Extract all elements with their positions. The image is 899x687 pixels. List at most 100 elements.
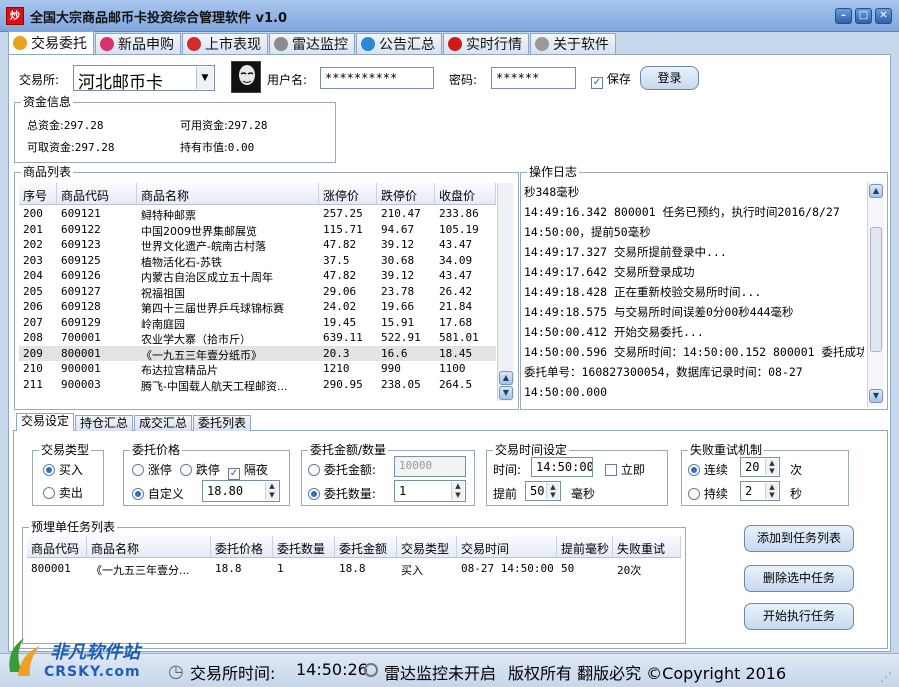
table-cell: 20次	[617, 564, 642, 577]
chevron-down-icon[interactable]: ▼	[196, 67, 213, 89]
column-header[interactable]: 收盘价	[435, 183, 496, 204]
username-input[interactable]: **********	[320, 67, 434, 89]
scroll-up-icon[interactable]: ▲	[869, 184, 883, 198]
operation-log-title: 操作日志	[527, 165, 580, 179]
maximize-button[interactable]: □	[855, 8, 872, 24]
exchange-select-value: 河北邮币卡	[78, 73, 163, 91]
sell-radio[interactable]: 卖出	[43, 484, 83, 501]
amount-input[interactable]: 10000	[394, 456, 466, 477]
time-input[interactable]: 14:50:00	[531, 457, 593, 477]
table-row[interactable]: 204 609126 内蒙古自治区成立五十周年 47.82 39.12 43.47	[19, 268, 496, 284]
operation-log-text[interactable]: 秒348毫秒 14:49:16.342 800001 任务已预约，执行时间2016…	[524, 182, 864, 407]
column-header[interactable]: 委托价格	[211, 536, 273, 557]
continuous-stepper[interactable]: 20 ▲ ▼	[740, 457, 780, 477]
tab-7[interactable]: 关于软件	[530, 33, 616, 54]
order-amount-group: 委托金额/数量 委托金额: 10000 委托数量: 1 ▲ ▼	[301, 443, 475, 506]
tab-6[interactable]: 实时行情	[443, 33, 529, 54]
trade-type-group: 交易类型 买入 卖出	[32, 443, 104, 506]
table-row[interactable]: 203 609125 植物活化石-苏铁 37.5 30.68 34.09	[19, 253, 496, 269]
scroll-down-icon[interactable]: ▼	[499, 386, 513, 400]
sell-label: 卖出	[58, 486, 83, 500]
sustain-stepper[interactable]: 2 ▲ ▼	[740, 481, 780, 501]
table-row[interactable]: 210 900001 布达拉宫精品片 1210 990 1100	[19, 361, 496, 377]
table-cell: 47.82	[323, 269, 357, 282]
sustain-radio[interactable]: 持续	[688, 485, 728, 502]
column-header[interactable]: 委托数量	[273, 536, 335, 557]
table-row[interactable]: 208 700001 农业学大寨（拾市斤） 639.11 522.91 581.01	[19, 330, 496, 346]
amount-radio[interactable]: 委托金额:	[308, 461, 376, 478]
continuous-radio[interactable]: 连续	[688, 461, 728, 478]
table-cell: 105.19	[439, 222, 479, 236]
column-header[interactable]: 商品代码	[27, 536, 87, 557]
immediate-checkbox[interactable]: 立即	[605, 461, 645, 478]
tab-2[interactable]: 新品申购	[95, 33, 181, 54]
custom-price-stepper[interactable]: 18.80 ▲ ▼	[202, 480, 280, 502]
table-row[interactable]: 206 609128 第四十三届世界乒乓球锦标赛 24.02 19.66 21.84	[19, 299, 496, 315]
stepper-arrows-icon[interactable]: ▲ ▼	[765, 483, 778, 499]
table-cell: 祝福祖国	[141, 286, 185, 300]
column-header[interactable]: 跌停价	[377, 183, 435, 204]
product-scrollbar[interactable]: ▲ ▼	[497, 183, 514, 401]
stepper-arrows-icon[interactable]: ▲ ▼	[765, 459, 778, 475]
subtab-1[interactable]: 交易设定	[16, 413, 75, 431]
login-button[interactable]: 登录	[640, 66, 699, 90]
exchange-select[interactable]: 河北邮币卡 ▼	[73, 65, 215, 91]
add-task-button[interactable]: 添加到任务列表	[744, 525, 854, 552]
time-label: 时间:	[493, 463, 522, 477]
radio-icon	[132, 464, 144, 476]
tab-1[interactable]: 交易委托	[8, 31, 94, 54]
column-header[interactable]: 提前毫秒	[557, 536, 613, 557]
tab-3[interactable]: 上市表现	[182, 33, 268, 54]
stepper-arrows-icon[interactable]: ▲ ▼	[546, 483, 559, 499]
table-cell: 900001	[61, 362, 101, 375]
table-row[interactable]: 201 609122 中国2009世界集邮展览 115.71 94.67 105.19	[19, 222, 496, 238]
quantity-radio[interactable]: 委托数量:	[308, 485, 376, 502]
subtab-3[interactable]: 成交汇总	[134, 415, 193, 431]
column-header[interactable]: 商品代码	[57, 183, 137, 204]
column-header[interactable]: 序号	[19, 183, 57, 204]
delete-task-button[interactable]: 删除选中任务	[744, 565, 854, 592]
save-checkbox[interactable]: ✓ 保存	[591, 70, 631, 89]
limit-up-radio[interactable]: 涨停	[132, 461, 172, 478]
buy-radio[interactable]: 买入	[43, 461, 83, 478]
log-line: 14:49:18.428 正在重新校验交易所时间...	[524, 285, 762, 299]
table-row[interactable]: 207 609129 岭南庭园 19.45 15.91 17.68	[19, 315, 496, 331]
tab-4[interactable]: 雷达监控	[269, 33, 355, 54]
table-row[interactable]: 202 609123 世界文化遗产-皖南古村落 47.82 39.12 43.47	[19, 237, 496, 253]
column-header[interactable]: 商品名称	[87, 536, 211, 557]
resize-grip-icon[interactable]: ⋰	[880, 670, 892, 684]
table-cell: 207	[23, 315, 43, 329]
custom-price-radio[interactable]: 自定义	[132, 485, 184, 502]
scroll-down-icon[interactable]: ▼	[869, 389, 883, 403]
column-header[interactable]: 商品名称	[137, 183, 319, 204]
log-scrollbar[interactable]: ▲ ▼	[867, 182, 884, 407]
column-header[interactable]: 失败重试	[613, 536, 681, 557]
password-input[interactable]: ******	[491, 67, 576, 89]
limit-down-radio[interactable]: 跌停	[180, 461, 220, 478]
overnight-checkbox[interactable]: ✓ 隔夜	[228, 461, 268, 480]
scroll-thumb[interactable]	[870, 227, 882, 352]
column-header[interactable]: 涨停价	[319, 183, 377, 204]
table-row[interactable]: 205 609127 祝福祖国 29.06 23.78 26.42	[19, 284, 496, 300]
column-header[interactable]: 委托金额	[335, 536, 397, 557]
stepper-arrows-icon[interactable]: ▲ ▼	[451, 482, 464, 500]
table-row[interactable]: 800001 《一九五三年壹分... 18.8 1 18.8 买入 08-27 14:50:…	[27, 559, 681, 577]
alarm-clock-icon	[448, 37, 462, 51]
scroll-up-icon[interactable]: ▲	[499, 371, 513, 385]
column-header[interactable]: 交易时间	[457, 536, 557, 557]
start-task-button[interactable]: 开始执行任务	[744, 603, 854, 630]
log-line: 14:49:17.642 交易所登录成功	[524, 265, 695, 279]
close-button[interactable]: ✕	[875, 8, 892, 24]
minimize-button[interactable]: –	[835, 8, 852, 24]
subtab-2[interactable]: 持仓汇总	[75, 415, 134, 431]
quantity-stepper[interactable]: 1 ▲ ▼	[394, 480, 466, 502]
table-cell: 205	[23, 284, 43, 298]
tab-5[interactable]: 公告汇总	[356, 33, 442, 54]
table-row[interactable]: 211 900003 腾飞-中国载人航天工程邮资... 290.95 238.05 264…	[19, 377, 496, 393]
subtab-4[interactable]: 委托列表	[193, 415, 252, 431]
stepper-arrows-icon[interactable]: ▲ ▼	[265, 482, 278, 500]
table-row[interactable]: 209 800001 《一九五三年壹分纸币》 20.3 16.6 18.45	[19, 345, 496, 361]
table-row[interactable]: 200 609121 鲟特种邮票 257.25 210.47 233.86	[19, 206, 496, 222]
column-header[interactable]: 交易类型	[397, 536, 457, 557]
advance-stepper[interactable]: 50 ▲ ▼	[525, 481, 561, 501]
